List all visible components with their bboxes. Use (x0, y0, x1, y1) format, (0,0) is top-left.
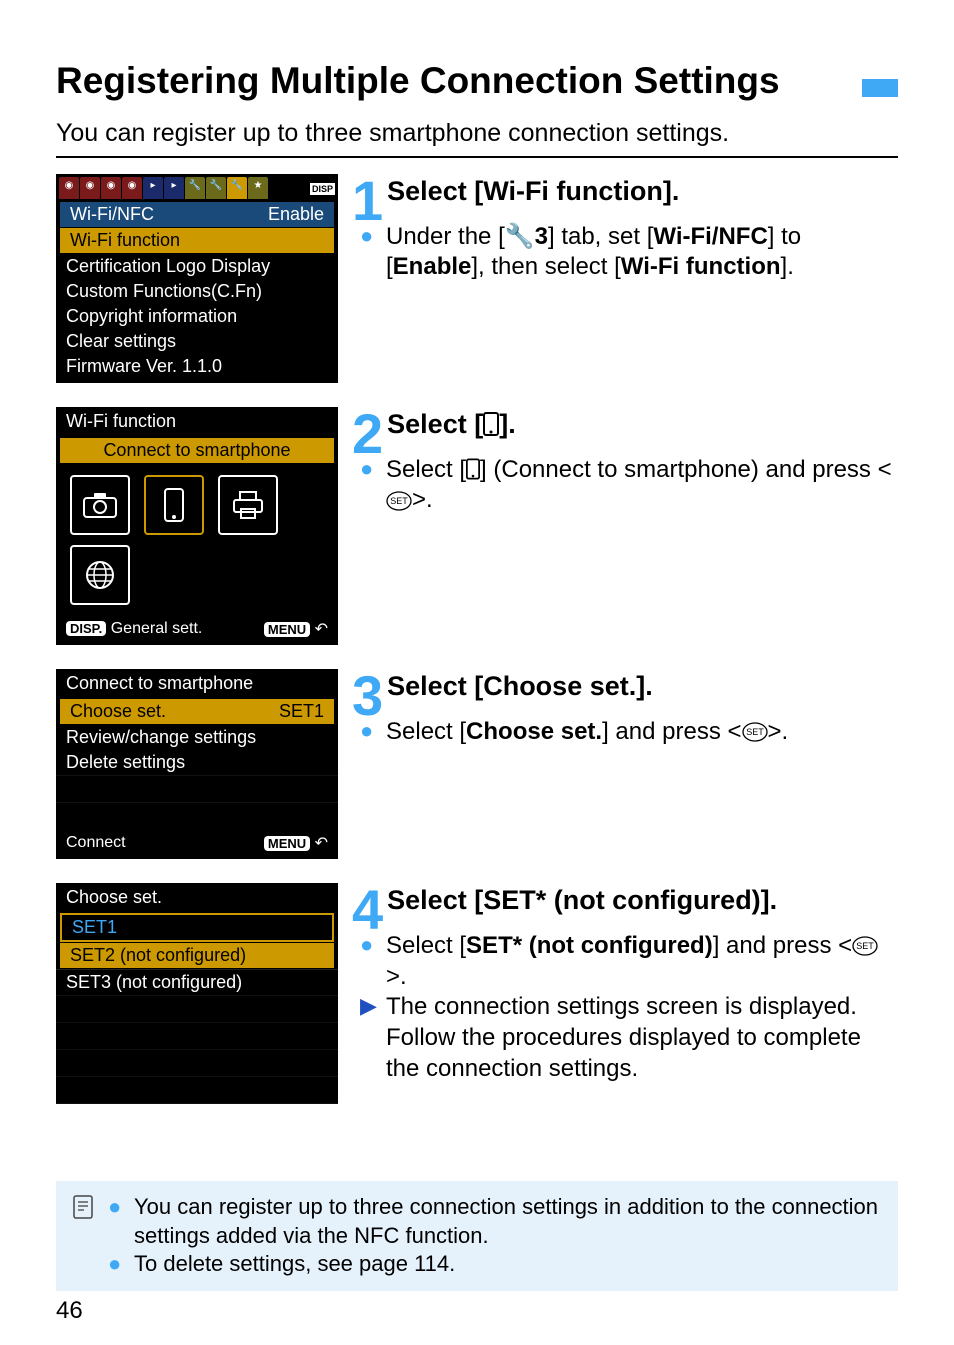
smartphone-icon (483, 409, 499, 439)
note-box: ● You can register up to three connectio… (56, 1181, 898, 1291)
step-head-1: Select [Wi-Fi function]. (352, 174, 898, 207)
bullet-icon: ● (108, 1250, 126, 1279)
note-2: To delete settings, see page 114. (134, 1250, 884, 1279)
step-number-4: 4 (352, 889, 383, 931)
step-number-3: 3 (352, 675, 383, 717)
smartphone-icon (466, 456, 480, 483)
bullet-icon: ● (360, 717, 378, 748)
svg-text:SET: SET (390, 496, 408, 506)
page-number: 46 (56, 1297, 83, 1325)
svg-text:SET: SET (856, 941, 874, 951)
smartphone-icon (144, 475, 204, 535)
printer-icon (218, 475, 278, 535)
lcd-screen-4: Choose set. SET1 SET2 (not configured) S… (56, 883, 338, 1104)
page-title: Registering Multiple Connection Settings (56, 60, 780, 103)
divider (56, 156, 898, 158)
step-head-2: Select []. (352, 407, 898, 440)
globe-icon (70, 545, 130, 605)
bullet-icon: ● (360, 222, 378, 283)
set-button-icon: SET (386, 486, 412, 517)
set-button-icon: SET (742, 717, 768, 748)
step4-text-1: Select [SET* (not configured)] and press… (386, 931, 898, 993)
step3-text: Select [Choose set.] and press <SET>. (386, 717, 898, 748)
camera-icon (70, 475, 130, 535)
wrench-icon: 🔧 (505, 223, 535, 250)
arrow-icon: ▶ (360, 992, 378, 1084)
bullet-icon: ● (360, 455, 378, 517)
step-head-4: Select [SET* (not configured)]. (352, 883, 898, 916)
note-1: You can register up to three connection … (134, 1193, 884, 1250)
lcd-screen-3: Connect to smartphone Choose set.SET1 Re… (56, 669, 338, 859)
intro-text: You can register up to three smartphone … (56, 119, 898, 148)
bullet-icon: ● (360, 931, 378, 993)
note-icon (66, 1193, 100, 1279)
title-accent (862, 79, 898, 97)
step-number-2: 2 (352, 413, 383, 455)
step1-text: Under the [🔧3] tab, set [Wi-Fi/NFC] to [… (386, 222, 898, 283)
step4-text-2: The connection settings screen is displa… (386, 992, 898, 1084)
set-button-icon: SET (852, 931, 878, 962)
step-number-1: 1 (352, 180, 383, 222)
svg-text:SET: SET (746, 727, 764, 737)
step2-text: Select [] (Connect to smartphone) and pr… (386, 455, 898, 517)
bullet-icon: ● (108, 1193, 126, 1250)
lcd-screen-1: ◉ ◉ ◉ ◉ ▸ ▸ 🔧 🔧 🔧 ★ DISP Wi-Fi/NFCEnable… (56, 174, 338, 383)
step-head-3: Select [Choose set.]. (352, 669, 898, 702)
lcd-screen-2: Wi-Fi function Connect to smartphone DIS… (56, 407, 338, 645)
